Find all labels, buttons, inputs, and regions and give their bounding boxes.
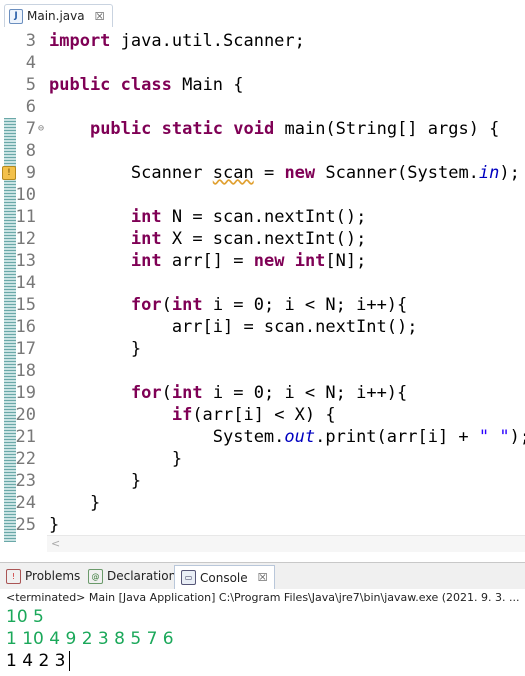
code-text: public class Main { — [49, 75, 244, 95]
code-line[interactable]: 18 — [0, 360, 525, 382]
line-number: 21 — [15, 427, 36, 447]
code-text: } — [49, 449, 183, 469]
code-text: } — [49, 471, 142, 491]
console-status: <terminated> Main [Java Application] C:\… — [0, 589, 525, 607]
line-number: 25 — [15, 515, 36, 535]
code-line[interactable]: 16 arr[i] = scan.nextInt(); — [0, 316, 525, 338]
console-output-text: 1 4 2 3 — [6, 651, 66, 671]
console-icon: ▭ — [181, 570, 196, 585]
problems-icon: ! — [6, 568, 21, 584]
java-file-icon: J — [9, 8, 23, 24]
line-number: 9 — [25, 163, 36, 183]
code-line[interactable]: 7 ⊖ public static void main(String[] args… — [0, 118, 525, 140]
warning-icon[interactable]: ! — [2, 166, 16, 180]
close-icon[interactable]: ☒ — [258, 571, 268, 584]
code-line[interactable]: 5 public class Main { — [0, 74, 525, 96]
close-icon[interactable]: ☒ — [95, 10, 105, 23]
line-number: 4 — [25, 53, 36, 73]
line-number: 23 — [15, 471, 36, 491]
code-line[interactable]: 21 System.out.print(arr[i] + " "); — [0, 426, 525, 448]
scroll-left-icon[interactable]: < — [51, 537, 60, 550]
code-text: } — [49, 515, 60, 535]
line-number: 16 — [15, 317, 36, 337]
console-output-line[interactable]: 1 4 2 3 — [6, 650, 71, 672]
line-number: 12 — [15, 229, 36, 249]
code-line[interactable]: 17 } — [0, 338, 525, 360]
code-line[interactable]: 10 — [0, 184, 525, 206]
panel-tab-bar: ! Problems @ Declaration ▭ Console ☒ — [0, 562, 525, 590]
code-text: int arr[] = new int[N]; — [130, 251, 367, 271]
tab-console[interactable]: ▭ Console ☒ — [174, 565, 275, 589]
editor-tab-bar: J Main.java ☒ — [0, 0, 525, 27]
code-line[interactable]: 20 if(arr[i] < X) { — [0, 404, 525, 426]
code-line[interactable]: 12 int X = scan.nextInt(); — [0, 228, 525, 250]
code-text: System.out.print(arr[i] + " "); — [49, 427, 525, 447]
line-number: 6 — [25, 97, 36, 117]
fold-toggle-icon[interactable]: ⊖ — [38, 118, 44, 140]
tab-declaration-label: Declaration — [107, 569, 177, 583]
code-line[interactable]: 11 int N = scan.nextInt(); — [0, 206, 525, 228]
code-editor[interactable]: 3 import java.util.Scanner; 4 5 public class… — [0, 28, 525, 550]
code-line[interactable]: 25} — [0, 514, 525, 536]
code-line[interactable]: 9! Scanner scan = new Scanner(System.in)… — [0, 162, 525, 184]
tab-problems-label: Problems — [25, 569, 81, 583]
code-line[interactable]: 6 — [0, 96, 525, 118]
line-number: 17 — [15, 339, 36, 359]
line-number: 24 — [15, 493, 36, 513]
code-text: public static void main(String[] args) { — [89, 119, 500, 139]
console-input-line: 10 5 — [6, 607, 44, 627]
code-line[interactable]: 24 } — [0, 492, 525, 514]
code-line[interactable]: 19 for(int i = 0; i < N; i++){ — [0, 382, 525, 404]
code-line[interactable]: 15 for(int i = 0; i < N; i++){ — [0, 294, 525, 316]
code-line[interactable]: 14 — [0, 272, 525, 294]
line-number: 20 — [15, 405, 36, 425]
text-caret — [69, 651, 71, 671]
line-number: 22 — [15, 449, 36, 469]
tab-problems[interactable]: ! Problems — [6, 566, 80, 586]
code-text: if(arr[i] < X) { — [171, 405, 336, 425]
code-text: for(int i = 0; i < N; i++){ — [130, 295, 408, 315]
code-line[interactable]: 13 int arr[] = new int[N]; — [0, 250, 525, 272]
line-number: 10 — [15, 185, 36, 205]
console-input-line: 1 10 4 9 2 3 8 5 7 6 — [6, 629, 174, 649]
line-number: 7 — [25, 119, 36, 139]
tab-title: Main.java — [27, 9, 85, 23]
line-number: 15 — [15, 295, 36, 315]
code-text: import java.util.Scanner; — [49, 31, 305, 51]
tab-declaration[interactable]: @ Declaration — [88, 566, 176, 586]
code-line[interactable]: 22 } — [0, 448, 525, 470]
line-number: 3 — [25, 31, 36, 51]
line-number: 13 — [15, 251, 36, 271]
line-number: 8 — [25, 141, 36, 161]
code-text: } — [49, 339, 142, 359]
horizontal-scrollbar[interactable]: < — [47, 535, 525, 552]
code-text: int N = scan.nextInt(); — [130, 207, 367, 227]
code-text: Scanner scan = new Scanner(System.in); — [49, 163, 520, 183]
tab-console-label: Console — [200, 570, 248, 585]
line-number: 14 — [15, 273, 36, 293]
line-number: 5 — [25, 75, 36, 95]
code-line[interactable]: 3 import java.util.Scanner; — [0, 30, 525, 52]
code-text: arr[i] = scan.nextInt(); — [49, 317, 418, 337]
code-text: } — [49, 493, 101, 513]
line-number: 11 — [15, 207, 36, 227]
tab-main-java[interactable]: J Main.java ☒ — [4, 4, 114, 27]
code-line[interactable]: 8 — [0, 140, 525, 162]
code-line[interactable]: 23 } — [0, 470, 525, 492]
code-text: for(int i = 0; i < N; i++){ — [130, 383, 408, 403]
declaration-icon: @ — [88, 568, 103, 584]
code-line[interactable]: 4 — [0, 52, 525, 74]
code-text: int X = scan.nextInt(); — [130, 229, 367, 249]
line-number: 18 — [15, 361, 36, 381]
line-number: 19 — [15, 383, 36, 403]
